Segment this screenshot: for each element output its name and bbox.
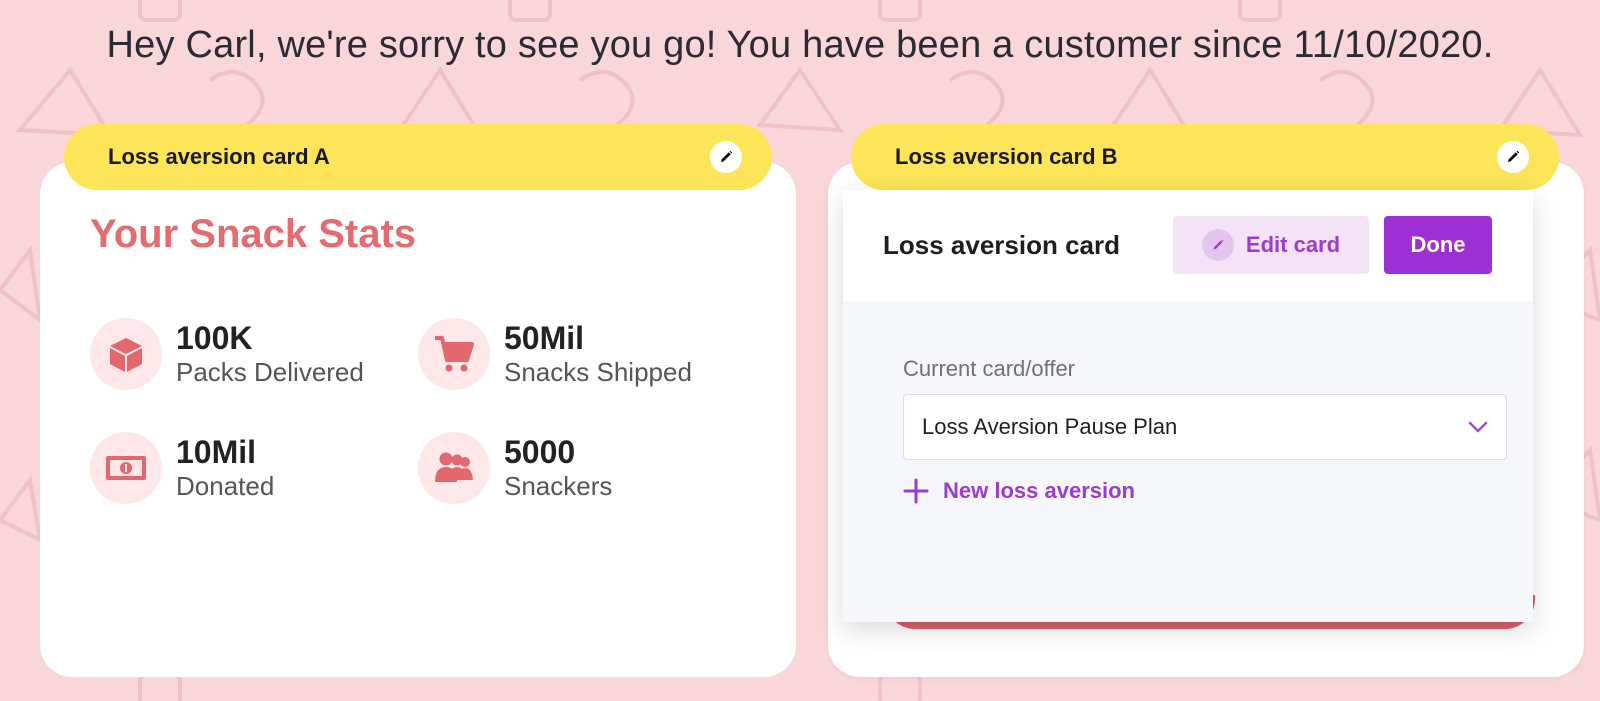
cart-icon — [435, 336, 474, 372]
farewell-headline: Hey Carl, we're sorry to see you go! You… — [106, 24, 1494, 66]
stat-snacks-shipped: 50Mil Snacks Shipped — [418, 318, 692, 390]
stat-label: Snacks Shipped — [504, 357, 692, 387]
stat-label: Snackers — [504, 471, 613, 501]
stat-donated: 10Mil Donated — [90, 432, 274, 504]
people-icon — [435, 452, 473, 482]
editor-title: Loss aversion card — [883, 230, 1120, 260]
loss-aversion-editor-panel: Loss aversion card Edit card Done Curren… — [843, 190, 1533, 622]
cash-icon — [106, 456, 146, 480]
new-loss-aversion-label: New loss aversion — [943, 478, 1135, 503]
card-b-header-pill: Loss aversion card B — [851, 124, 1559, 190]
selected-offer-value: Loss Aversion Pause Plan — [922, 414, 1178, 439]
stat-value: 50Mil — [504, 320, 585, 356]
snack-stats-title: Your Snack Stats — [90, 212, 417, 256]
current-offer-select[interactable]: Loss Aversion Pause Plan — [903, 394, 1507, 460]
done-button[interactable]: Done — [1384, 216, 1492, 274]
pencil-icon — [1508, 150, 1520, 162]
stat-value: 5000 — [504, 434, 576, 470]
edit-card-label: Edit card — [1245, 232, 1341, 257]
stat-value: 100K — [176, 320, 253, 356]
stat-packs-delivered: 100K Packs Delivered — [90, 318, 364, 390]
new-loss-aversion-link[interactable]: New loss aversion — [903, 478, 1135, 504]
editor-header: Loss aversion card Edit card Done — [843, 190, 1533, 301]
stat-label: Donated — [176, 471, 275, 501]
card-a-header-pill: Loss aversion card A — [64, 124, 772, 190]
card-b-label: Loss aversion card B — [895, 144, 1118, 169]
box-icon — [110, 338, 142, 372]
card-b-edit-button[interactable] — [1497, 141, 1529, 173]
plus-icon — [903, 478, 929, 504]
stat-snackers: 5000 Snackers — [418, 432, 612, 504]
pencil-icon — [1213, 239, 1224, 250]
card-a-label: Loss aversion card A — [108, 144, 330, 169]
stat-label: Packs Delivered — [176, 357, 364, 387]
chevron-down-icon — [1468, 421, 1488, 433]
edit-card-button[interactable]: Edit card — [1173, 216, 1369, 274]
stat-value: 10Mil — [176, 434, 257, 470]
card-a-edit-button[interactable] — [710, 141, 742, 173]
pencil-icon — [721, 150, 733, 162]
current-offer-label: Current card/offer — [903, 356, 1076, 381]
